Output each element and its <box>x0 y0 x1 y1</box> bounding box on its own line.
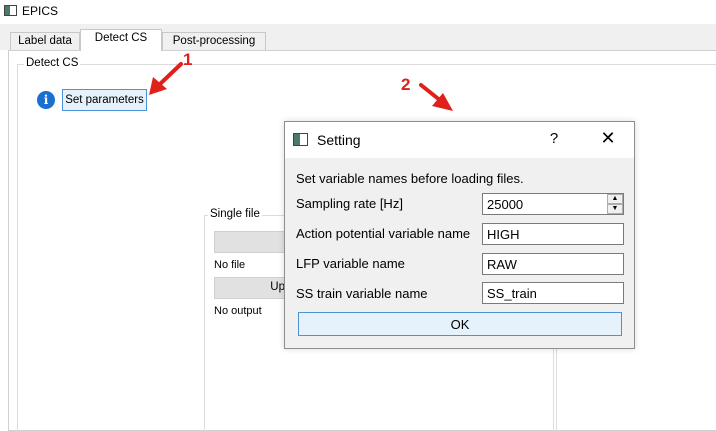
action-potential-variable-field[interactable] <box>482 223 624 245</box>
tab-label-data[interactable]: Label data <box>10 32 80 52</box>
dialog-window-icon <box>293 133 308 146</box>
sampling-rate-spinbox[interactable] <box>482 193 624 215</box>
spin-up-icon[interactable]: ▲ <box>607 194 623 204</box>
spin-down-icon[interactable]: ▼ <box>607 204 623 214</box>
sampling-rate-label: Sampling rate [Hz] <box>296 196 403 211</box>
close-icon[interactable]: ✕ <box>596 128 620 149</box>
dialog-instruction: Set variable names before loading files. <box>296 171 524 186</box>
annotation-arrow-2-icon <box>419 83 453 111</box>
single-file-group-title: Single file <box>208 208 262 220</box>
sampling-rate-spin-buttons[interactable]: ▲ ▼ <box>607 194 623 214</box>
app-window-icon <box>4 5 17 16</box>
tab-post-processing[interactable]: Post-processing <box>162 32 266 52</box>
window-title: EPICS <box>22 4 59 18</box>
info-icon: i <box>37 91 55 109</box>
file-status-label: No file <box>214 259 246 271</box>
lfp-variable-field[interactable] <box>482 253 624 275</box>
annotation-number-2: 2 <box>401 75 411 94</box>
tab-detect-cs[interactable]: Detect CS <box>80 29 162 51</box>
action-potential-label: Action potential variable name <box>296 226 471 241</box>
dialog-title: Setting <box>317 132 361 148</box>
setting-dialog: Setting ? ✕ Set variable names before lo… <box>284 121 635 349</box>
ok-button[interactable]: OK <box>298 312 622 336</box>
ss-train-variable-label: SS train variable name <box>296 286 428 301</box>
set-parameters-button[interactable]: Set parameters <box>62 89 147 111</box>
window-titlebar <box>0 0 716 24</box>
lfp-variable-label: LFP variable name <box>296 256 405 271</box>
single-file-update-button[interactable]: Up <box>214 277 294 299</box>
output-status-label: No output <box>214 305 262 317</box>
detect-cs-group-title: Detect CS <box>24 57 81 69</box>
help-icon[interactable]: ? <box>544 130 564 147</box>
single-file-load-button[interactable] <box>214 231 294 253</box>
annotation-arrow-1-icon <box>149 62 183 95</box>
ss-train-variable-field[interactable] <box>482 282 624 304</box>
